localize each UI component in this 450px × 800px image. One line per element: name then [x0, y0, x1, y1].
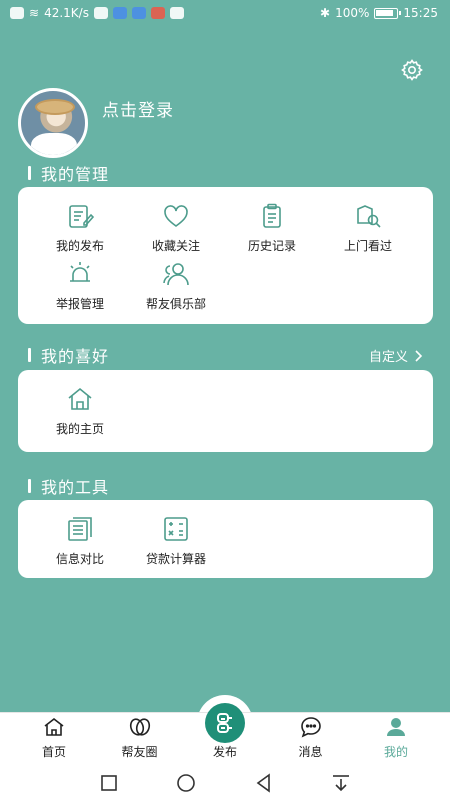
- tab-messages[interactable]: 消息: [277, 713, 345, 766]
- tab-label: 首页: [41, 745, 66, 759]
- customize-link[interactable]: 自定义: [369, 346, 424, 365]
- battery-icon: [374, 7, 402, 19]
- network-speed: 42.1K/s: [44, 6, 89, 20]
- circles-icon: [129, 718, 150, 736]
- camera-app-icon: [169, 7, 184, 19]
- menu-item-label: 帮友俱乐部: [145, 297, 206, 311]
- people-icon: [163, 263, 189, 286]
- avatar-hat-shape: [35, 99, 75, 115]
- profile-header: 点击登录: [18, 88, 174, 158]
- section-marker: [28, 166, 31, 180]
- customize-label: 自定义: [368, 350, 408, 365]
- menu-item-my-posts[interactable]: 我的发布: [32, 201, 128, 259]
- chat-icon: [300, 717, 321, 738]
- system-nav-bar: [0, 766, 450, 800]
- section-title-preferences: 我的喜好: [28, 343, 109, 367]
- menu-item-club[interactable]: 帮友俱乐部: [128, 259, 224, 317]
- compare-docs-icon: [68, 517, 92, 541]
- section-marker: [28, 479, 31, 493]
- notification-pull-icon[interactable]: [329, 771, 353, 795]
- section-marker: [28, 348, 31, 362]
- section-title-text: 我的喜好: [41, 347, 110, 366]
- publish-button[interactable]: [205, 703, 245, 743]
- menu-item-my-homepage[interactable]: 我的主页: [32, 384, 128, 442]
- battery-percent: 100%: [335, 6, 370, 20]
- bluetooth-icon: ✱: [320, 6, 331, 20]
- avatar-shirt-shape: [31, 133, 77, 155]
- status-right: ✱ 100% 15:25: [320, 6, 438, 20]
- tab-label: 我的: [383, 745, 408, 759]
- tab-home[interactable]: 首页: [20, 713, 88, 766]
- home-nav-icon[interactable]: [174, 771, 198, 795]
- recent-apps-icon[interactable]: [97, 771, 121, 795]
- heart-icon: [164, 205, 188, 227]
- tab-label: 发布: [212, 745, 237, 759]
- app-notification-icon: [112, 7, 127, 19]
- menu-item-compare[interactable]: 信息对比: [32, 514, 128, 572]
- preferences-card: 我的主页: [18, 370, 433, 452]
- menu-item-loan-calculator[interactable]: 贷款计算器: [128, 514, 224, 572]
- menu-item-label: 信息对比: [55, 552, 104, 566]
- menu-item-history[interactable]: 历史记录: [224, 201, 320, 259]
- user-icon: [387, 718, 405, 736]
- section-title-text: 我的管理: [41, 165, 110, 184]
- section-title-text: 我的工具: [41, 478, 110, 497]
- tab-mine[interactable]: 我的: [362, 713, 430, 766]
- tab-label: 帮友圈: [121, 745, 158, 759]
- menu-item-label: 贷款计算器: [145, 552, 206, 566]
- avatar[interactable]: [18, 88, 88, 158]
- qq-icon: [93, 7, 108, 19]
- section-title-management: 我的管理: [28, 161, 109, 185]
- alarm-icon: [70, 262, 90, 282]
- wifi-icon: ≋: [29, 6, 40, 20]
- login-link[interactable]: 点击登录: [102, 96, 174, 121]
- menu-item-label: 上门看过: [343, 239, 392, 253]
- app-badge-icon: [150, 7, 165, 19]
- home-icon: [44, 717, 64, 736]
- chevron-right-icon: [415, 349, 423, 362]
- menu-item-visited[interactable]: 上门看过: [320, 201, 416, 259]
- house-search-icon: [357, 205, 381, 228]
- menu-item-label: 收藏关注: [151, 239, 200, 253]
- back-icon[interactable]: [252, 771, 276, 795]
- menu-item-reports[interactable]: 举报管理: [32, 259, 128, 317]
- management-card: 我的发布 收藏关注 历史记录 上门看过 举报管理 帮友俱乐部: [18, 187, 433, 324]
- status-left: ≋ 42.1K/s: [10, 6, 184, 20]
- menu-item-label: 我的主页: [55, 422, 104, 436]
- clock-time: 15:25: [403, 6, 438, 20]
- cloud-icon: [131, 7, 146, 19]
- tab-friends-circle[interactable]: 帮友圈: [106, 713, 174, 766]
- menu-item-label: 举报管理: [55, 297, 104, 311]
- menu-item-label: 我的发布: [55, 239, 104, 253]
- home-icon: [68, 387, 92, 410]
- tab-label: 消息: [298, 745, 323, 759]
- status-bar: ≋ 42.1K/s ✱ 100% 15:25: [0, 0, 450, 26]
- tools-card: 信息对比 贷款计算器: [18, 500, 433, 578]
- menu-item-favorites[interactable]: 收藏关注: [128, 201, 224, 259]
- menu-item-label: 历史记录: [247, 239, 296, 253]
- clipboard-icon: [263, 203, 281, 228]
- hd-signal-icon: [10, 7, 24, 19]
- calculator-icon: [164, 517, 188, 541]
- publish-icon: [217, 713, 232, 733]
- section-title-tools: 我的工具: [28, 474, 109, 498]
- settings-gear-icon[interactable]: [400, 58, 424, 82]
- edit-doc-icon: [69, 205, 95, 228]
